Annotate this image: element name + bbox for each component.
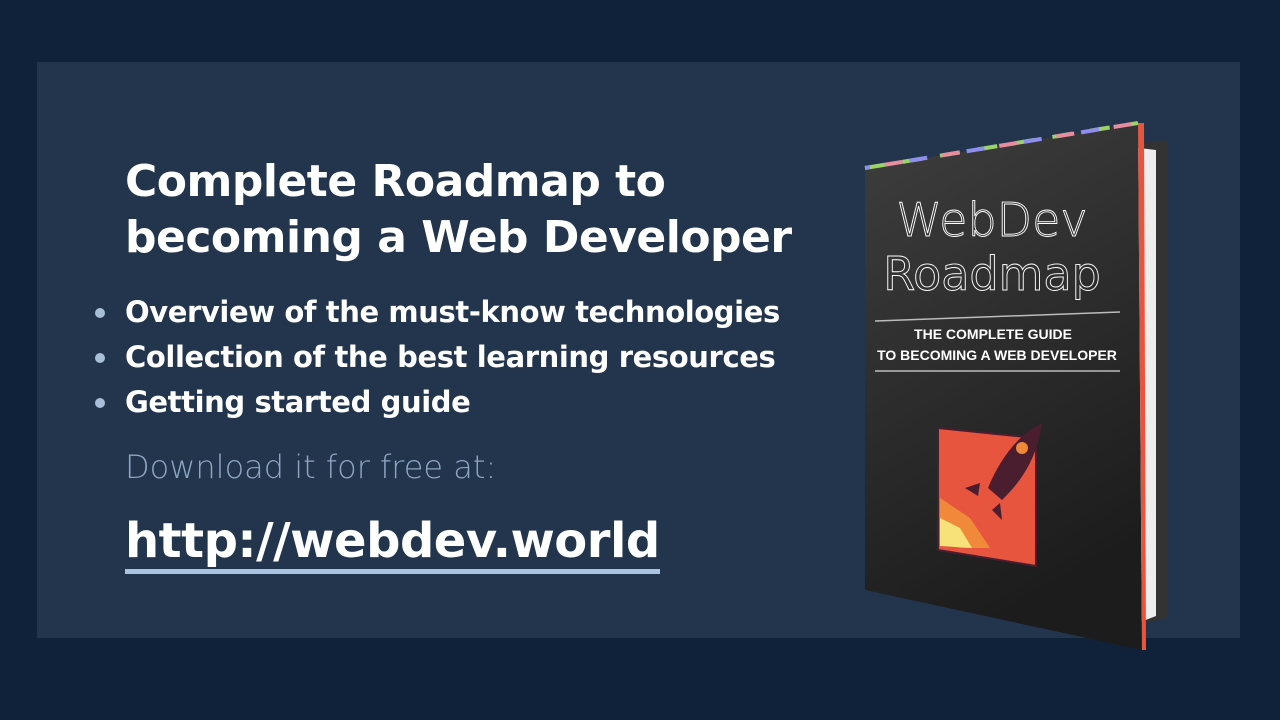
list-item: Getting started guide bbox=[95, 380, 780, 425]
book-cover-image: WebDev Roadmap THE COMPLETE GUIDE TO BEC… bbox=[864, 121, 1168, 650]
bullet-icon bbox=[95, 352, 105, 363]
rocket-icon bbox=[937, 423, 1042, 568]
download-link[interactable]: http://webdev.world bbox=[125, 513, 660, 574]
book-title-2: Roadmap bbox=[883, 247, 1101, 301]
bullet-icon bbox=[95, 397, 105, 408]
list-item-label: Collection of the best learning resource… bbox=[125, 340, 776, 374]
book-subtitle-1: THE COMPLETE GUIDE bbox=[914, 326, 1072, 342]
list-item-label: Getting started guide bbox=[125, 385, 471, 419]
feature-list: Overview of the must-know technologies C… bbox=[95, 290, 780, 425]
headline-line-1: Complete Roadmap to bbox=[125, 156, 666, 207]
bullet-icon bbox=[95, 307, 105, 318]
download-label: Download it for free at: bbox=[125, 448, 497, 486]
headline: Complete Roadmap to becoming a Web Devel… bbox=[125, 154, 792, 266]
list-item: Collection of the best learning resource… bbox=[95, 335, 780, 380]
book-title-1: WebDev bbox=[896, 193, 1087, 247]
list-item: Overview of the must-know technologies bbox=[95, 290, 780, 335]
list-item-label: Overview of the must-know technologies bbox=[125, 295, 780, 329]
book-subtitle-2: TO BECOMING A WEB DEVELOPER bbox=[877, 347, 1117, 363]
headline-line-2: becoming a Web Developer bbox=[125, 212, 792, 263]
